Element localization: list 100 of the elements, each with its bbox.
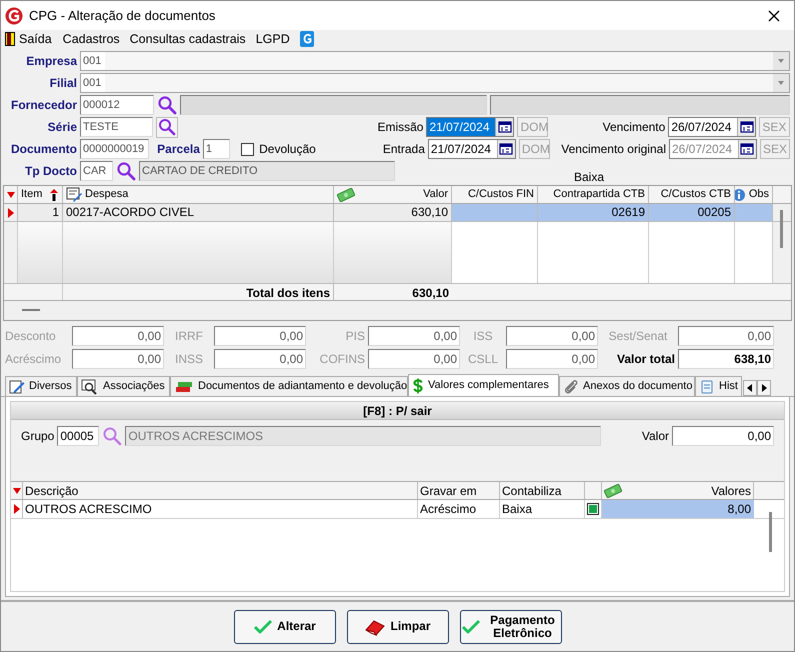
- amount-field[interactable]: 0,00: [214, 349, 306, 369]
- menu-item[interactable]: Cadastros: [58, 30, 124, 48]
- field-label: Parcela: [156, 141, 200, 158]
- field-label: Fornecedor: [10, 97, 77, 114]
- sort-down-icon: [6, 190, 16, 198]
- amount-field[interactable]: 0,00: [368, 349, 460, 369]
- date-field[interactable]: 26/07/2024: [668, 117, 756, 137]
- amount-field[interactable]: 0,00: [214, 326, 306, 346]
- weekday-field: DOM: [517, 117, 548, 137]
- amount-field[interactable]: 0,00: [672, 426, 774, 446]
- column-header[interactable]: Valores: [602, 482, 754, 499]
- field-label: Empresa: [25, 53, 77, 70]
- date-field[interactable]: 21/07/2024: [428, 139, 516, 159]
- logo-icon[interactable]: [300, 31, 314, 47]
- supplier-code-field[interactable]: 000012: [80, 95, 154, 115]
- search-icon[interactable]: [116, 161, 136, 181]
- column-header[interactable]: Contabiliza: [500, 482, 585, 499]
- amount-field[interactable]: 0,00: [72, 349, 164, 369]
- calendar-icon: [498, 121, 512, 133]
- flag-checkbox[interactable]: [587, 503, 599, 515]
- table-cell: 00217-ACORDO CIVEL: [63, 204, 334, 221]
- menu-item[interactable]: LGPD: [252, 30, 294, 48]
- column-header[interactable]: Contrapartida CTB: [538, 186, 649, 203]
- tab[interactable]: Anexos do documento: [559, 376, 695, 396]
- doc-type-code-field[interactable]: CAR: [80, 161, 113, 181]
- calendar-icon: [740, 143, 754, 155]
- field-label: Documento: [10, 141, 77, 158]
- tab[interactable]: Hist: [695, 376, 742, 396]
- field-label: Sest/Senat: [608, 328, 668, 345]
- column-header[interactable]: Item: [18, 186, 63, 203]
- amount-field: 638,10: [678, 349, 774, 369]
- field-label: Valor total: [616, 351, 675, 368]
- field-label: Tp Docto: [24, 163, 77, 180]
- search-button[interactable]: [156, 116, 178, 138]
- calendar-button[interactable]: [737, 118, 756, 136]
- group-code-field[interactable]: 00005: [57, 426, 100, 446]
- search-icon[interactable]: [157, 95, 177, 115]
- tab[interactable]: Valores complementares: [408, 374, 559, 396]
- calendar-button[interactable]: [738, 140, 756, 158]
- field-label: PIS: [344, 328, 365, 345]
- series-field[interactable]: TESTE: [80, 117, 154, 137]
- field-label: Grupo: [21, 428, 54, 445]
- column-header[interactable]: C/Custos FIN: [452, 186, 538, 203]
- amount-field[interactable]: 0,00: [678, 326, 774, 346]
- table-cell: Baixa: [500, 500, 585, 518]
- scroll-left-icon[interactable]: [743, 380, 757, 396]
- tab[interactable]: Documentos de adiantamento e devolução: [170, 376, 408, 396]
- row-indicator-icon: [6, 206, 14, 218]
- field-label: Filial: [48, 75, 77, 92]
- amount-field[interactable]: 0,00: [506, 326, 598, 346]
- menu-item[interactable]: Saída: [4, 30, 59, 48]
- scrollbar-thumb[interactable]: [769, 512, 772, 552]
- menu-item[interactable]: Consultas cadastrais: [126, 30, 250, 48]
- tab[interactable]: Diversos: [5, 376, 77, 396]
- amount-field[interactable]: 0,00: [368, 326, 460, 346]
- scroll-icon: [699, 378, 715, 394]
- column-header[interactable]: Descrição: [23, 482, 418, 499]
- door-icon: [5, 32, 15, 46]
- table-cell: OUTROS ACRESCIMO: [23, 500, 418, 518]
- calendar-button[interactable]: [496, 140, 515, 158]
- date-field[interactable]: 21/07/2024: [426, 117, 514, 137]
- paperclip-icon: [563, 378, 579, 394]
- document-number-field[interactable]: 0000000019: [80, 139, 149, 159]
- devolucao-checkbox[interactable]: Devolução: [241, 140, 316, 158]
- weekday-field: SEX: [760, 139, 790, 159]
- weekday-field: SEX: [759, 117, 790, 137]
- search-icon[interactable]: [102, 426, 122, 446]
- field-label: Valor: [642, 428, 669, 445]
- sort-down-icon: [12, 486, 22, 494]
- column-header[interactable]: Despesa: [63, 186, 334, 203]
- field-label: Emissão: [376, 119, 424, 136]
- branch-dropdown[interactable]: 001: [80, 73, 790, 93]
- column-header[interactable]: Obs: [735, 186, 773, 203]
- column-header[interactable]: Gravar em: [418, 482, 500, 499]
- action-button[interactable]: Alterar: [234, 610, 336, 644]
- action-button[interactable]: Limpar: [346, 610, 448, 644]
- table-cell: 02619: [538, 204, 649, 221]
- table-cell: Acréscimo: [418, 500, 500, 518]
- calendar-button[interactable]: [495, 118, 514, 136]
- eraser-icon: [364, 618, 386, 636]
- table-cell: 1: [18, 204, 63, 221]
- table-cell: 00205: [649, 204, 735, 221]
- amount-field[interactable]: 0,00: [506, 349, 598, 369]
- row-indicator-icon: [12, 503, 20, 515]
- company-dropdown[interactable]: 001: [80, 51, 790, 71]
- search-icon: [158, 118, 176, 136]
- action-button[interactable]: Pagamento Eletrônico: [460, 610, 562, 644]
- scroll-right-icon[interactable]: [757, 380, 771, 396]
- amount-field[interactable]: 0,00: [72, 326, 164, 346]
- banknote-icon: [604, 484, 622, 498]
- screen-magnifier-icon: [81, 378, 99, 394]
- scrollbar-thumb[interactable]: [780, 210, 783, 248]
- table-cell: 630,10: [334, 204, 452, 221]
- total-value: 630,10: [411, 285, 450, 300]
- tab[interactable]: Associações: [77, 376, 170, 396]
- total-label: Total dos itens: [63, 284, 334, 300]
- field-label: COFINS: [318, 351, 365, 368]
- column-header[interactable]: Valor: [334, 186, 452, 203]
- installment-field[interactable]: 1: [202, 139, 230, 159]
- baixa-label: Baixa: [574, 169, 604, 186]
